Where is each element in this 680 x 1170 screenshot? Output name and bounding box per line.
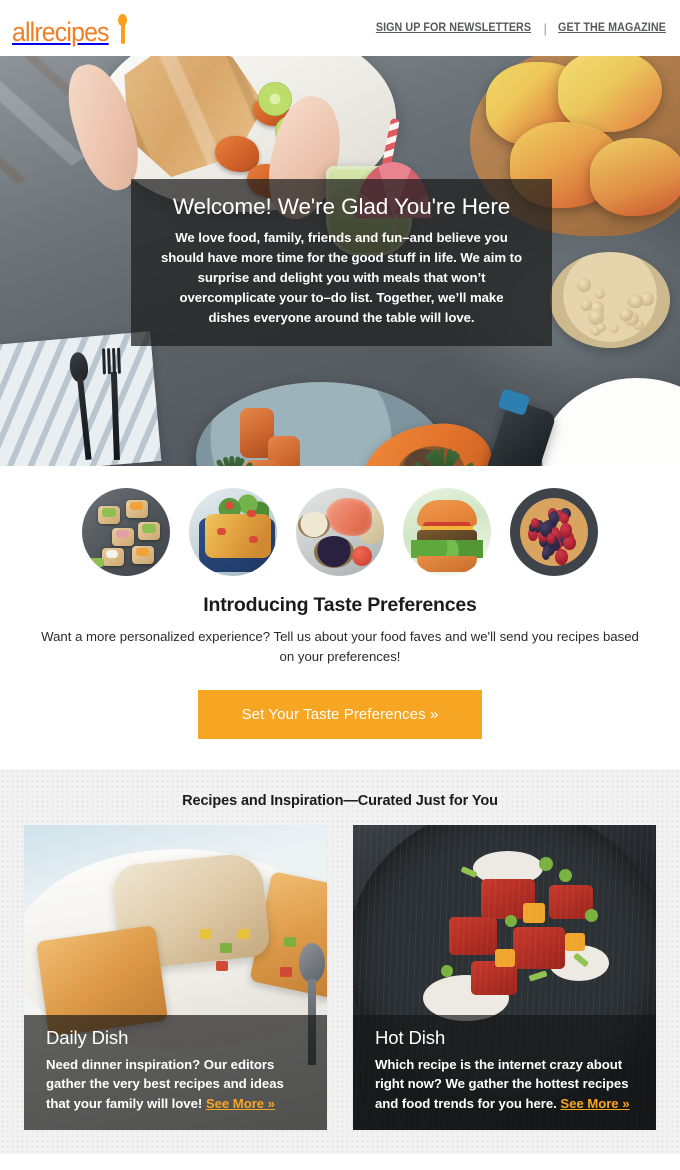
daily-dish-overlay: Daily Dish Need dinner inspiration? Our … — [24, 1015, 327, 1130]
daily-dish-see-more-link[interactable]: See More » — [206, 1096, 275, 1111]
hot-dish-overlay: Hot Dish Which recipe is the internet cr… — [353, 1015, 656, 1130]
curated-heading: Recipes and Inspiration—Curated Just for… — [24, 793, 656, 809]
salmon-blueberries-thumb — [296, 488, 384, 576]
daily-dish-title: Daily Dish — [46, 1027, 305, 1049]
header-link-separator: | — [543, 21, 547, 36]
preferences-heading: Introducing Taste Preferences — [20, 594, 660, 617]
hot-dish-see-more-link[interactable]: See More » — [560, 1096, 629, 1111]
curated-card-hot-dish[interactable]: Hot Dish Which recipe is the internet cr… — [353, 825, 656, 1130]
hero-text-overlay: Welcome! We're Glad You're Here We love … — [131, 179, 552, 346]
curated-section: Recipes and Inspiration—Curated Just for… — [0, 769, 680, 1154]
spoon-icon — [116, 16, 129, 46]
logo-wordmark: allrecipes — [12, 19, 109, 46]
preferences-description: Want a more personalized experience? Tel… — [40, 627, 640, 668]
signup-newsletters-link[interactable]: SIGN UP FOR NEWSLETTERS — [375, 22, 530, 34]
hot-dish-title: Hot Dish — [375, 1027, 634, 1049]
header-links: SIGN UP FOR NEWSLETTERS | GET THE MAGAZI… — [370, 21, 670, 36]
taste-preferences-section: Introducing Taste Preferences Want a mor… — [0, 466, 680, 769]
casserole-dish-thumb — [189, 488, 277, 576]
allrecipes-logo[interactable]: allrecipes — [12, 10, 129, 46]
get-magazine-link[interactable]: GET THE MAGAZINE — [558, 22, 666, 34]
hero-banner: Welcome! We're Glad You're Here We love … — [0, 56, 680, 466]
hero-body-text: We love food, family, friends and fun–an… — [161, 228, 522, 328]
curated-card-daily-dish[interactable]: Daily Dish Need dinner inspiration? Our … — [24, 825, 327, 1130]
curated-card-list: Daily Dish Need dinner inspiration? Our … — [24, 825, 656, 1130]
site-header: allrecipes SIGN UP FOR NEWSLETTERS | GET… — [0, 0, 680, 56]
food-thumbnail-row — [20, 488, 660, 576]
berry-tart-thumb — [510, 488, 598, 576]
set-taste-preferences-button[interactable]: Set Your Taste Preferences » — [198, 690, 483, 739]
veggie-burger-thumb — [403, 488, 491, 576]
hero-title: Welcome! We're Glad You're Here — [161, 193, 522, 220]
canapes-appetizers-thumb — [82, 488, 170, 576]
